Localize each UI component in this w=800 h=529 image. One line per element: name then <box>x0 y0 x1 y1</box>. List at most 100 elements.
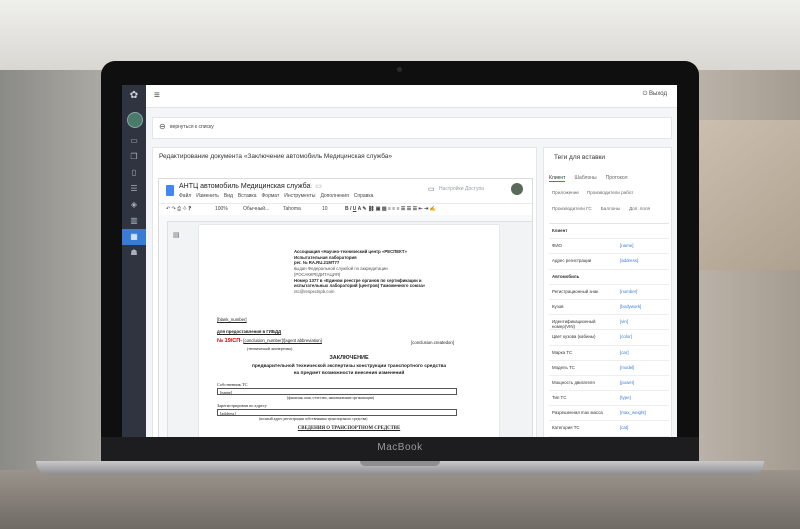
avatar[interactable] <box>127 112 143 128</box>
tag-row[interactable]: Марка ТС [car] <box>549 346 669 361</box>
doc-title[interactable]: АНТЦ автомобиль Медицинская служба <box>179 183 310 190</box>
tag-label: ФИО <box>552 243 562 249</box>
undo-icon[interactable]: ↶ ↷ ⎙ ꕻ ⁋ <box>166 206 191 212</box>
vertical-ruler[interactable] <box>159 221 168 437</box>
tag-row[interactable]: Адрес регистрации [address] <box>549 254 669 270</box>
background-top <box>0 0 800 70</box>
document-icon[interactable]: ▯ <box>122 165 146 181</box>
menu-addons[interactable]: Дополнения <box>320 193 348 199</box>
menu-file[interactable]: Файл <box>179 193 191 199</box>
tab-cylinders[interactable]: Баллоны <box>601 206 620 211</box>
outline-icon[interactable]: ▤ <box>173 231 180 239</box>
screen: ✿ ▭ ❐ ▯ ☰ ◈ ▥ ▦ ☗ ≡ ⏻ Выход ⊖ вернуться … <box>122 85 677 437</box>
organization-block: Ассоциация «Научно-технический центр «РЕ… <box>294 249 425 295</box>
tag-group-row: Клиент <box>549 224 669 240</box>
tag-row[interactable]: Идентификационный номер(VIN) [vin] <box>549 315 669 331</box>
tag-row[interactable]: Модель ТС [model] <box>549 361 669 376</box>
back-arrow-icon[interactable]: ⊖ <box>159 122 166 131</box>
tag-code[interactable]: [cat] <box>620 425 628 430</box>
format-icons[interactable]: B I U A ✎ ⛓ ▣ ▨ ≡ ≡ ≡ ☰ ☰ ☰ ⇤ ⇥ ✍ <box>345 206 436 212</box>
menu-view[interactable]: Вид <box>224 193 233 199</box>
tag-row[interactable]: Регистрационный знак [number] <box>549 285 669 300</box>
tag-row[interactable]: Мощность двигателя [power] <box>549 376 669 392</box>
menu-tools[interactable]: Инструменты <box>284 193 315 199</box>
tab-appendix[interactable]: Приложение <box>552 190 579 195</box>
tab-protocol[interactable]: Протокол <box>606 175 628 182</box>
tab-extra-fields[interactable]: Доп. поля <box>629 206 650 211</box>
style-select[interactable]: Обычный... <box>243 206 269 212</box>
tags-table: Клиент ФИО [name] Адрес регистрации [address… <box>549 223 669 437</box>
inbox-icon[interactable]: ▭ <box>122 133 146 149</box>
doc-page[interactable]: Ассоциация «Научно-технический центр «РЕ… <box>199 225 499 437</box>
tag-label: Категория ТС <box>552 425 580 431</box>
tag-row[interactable]: Тип ТС [type] <box>549 391 669 407</box>
doc-subheading-1: предварительной технической экспертизы к… <box>251 364 447 369</box>
tag-label: Идентификационный номер(VIN) <box>552 319 596 330</box>
tag-code[interactable]: [type] <box>620 395 631 400</box>
horizontal-ruler[interactable] <box>159 215 532 222</box>
tag-code[interactable]: [car] <box>620 350 629 355</box>
panel-title: Редактирование документа «Заключение авт… <box>159 153 393 160</box>
for-gibdd: для предоставления в ГИБДД <box>217 329 282 334</box>
back-link[interactable]: вернуться к списку <box>170 124 214 130</box>
copy-icon[interactable]: ❐ <box>122 149 146 165</box>
menu-edit[interactable]: Изменить <box>196 193 219 199</box>
logo-icon[interactable]: ✿ <box>128 90 140 102</box>
google-doc-embed: АНТЦ автомобиль Медицинская служба ☆ ▭ Ф… <box>158 178 533 437</box>
logout-label: Выход <box>649 91 667 97</box>
zoom-select[interactable]: 100% <box>215 206 228 212</box>
tab-work-producers[interactable]: Производители работ <box>587 190 633 195</box>
users-icon[interactable]: ☗ <box>122 245 146 261</box>
tag-code[interactable]: [model] <box>620 365 634 370</box>
comment-icon[interactable]: ▭ <box>428 185 435 193</box>
tag-code[interactable]: [number] <box>620 289 637 294</box>
tab-templates[interactable]: Шаблоны <box>574 175 596 182</box>
laptop-notch <box>360 461 440 466</box>
back-bar: ⊖ вернуться к списку <box>152 117 672 139</box>
menu-insert[interactable]: Вставка <box>238 193 257 199</box>
tag-code[interactable]: [power] <box>620 380 634 385</box>
tags-tabs-row-3: Производители ГС Баллоны Доп. поля <box>552 206 650 211</box>
tag-group-row: Автомобиль <box>549 270 669 285</box>
desk-surface <box>0 470 800 529</box>
tags-panel: Теги для вставки Клиент Шаблоны Протокол… <box>543 147 672 437</box>
logout-button[interactable]: ⏻ Выход <box>643 91 667 98</box>
star-icon[interactable]: ☆ ▭ <box>307 182 322 190</box>
user-avatar[interactable] <box>511 183 523 195</box>
org-line-2: Испытательная лаборатория <box>294 254 357 260</box>
editor-panel: Редактирование документа «Заключение авт… <box>152 147 537 437</box>
tag-code[interactable]: [name] <box>620 243 633 248</box>
tag-code[interactable]: [bodywork] <box>620 304 641 309</box>
tag-code[interactable]: [max_weight] <box>620 410 646 415</box>
grid-icon[interactable]: ▦ <box>122 229 146 245</box>
expertise-note: (технической экспертизы) <box>247 347 293 351</box>
tag-label: Кузов <box>552 303 564 309</box>
tag-row[interactable]: Кузов [bodywork] <box>549 300 669 316</box>
tag-code[interactable]: [vin] <box>620 319 628 324</box>
list-icon[interactable]: ☰ <box>122 181 146 197</box>
tag-code[interactable]: [color] <box>620 334 632 339</box>
tag-row[interactable]: ФИО [name] <box>549 239 669 255</box>
layers-icon[interactable]: ◈ <box>122 197 146 213</box>
tab-gs-producers[interactable]: Производители ГС <box>552 206 592 211</box>
tag-code[interactable]: [address] <box>620 258 638 263</box>
menu-help[interactable]: Справка <box>354 193 374 199</box>
tag-label: Тип ТС <box>552 395 567 401</box>
chart-icon[interactable]: ▥ <box>122 213 146 229</box>
size-select[interactable]: 10 <box>322 206 328 212</box>
laptop-brand: MacBook <box>377 442 423 453</box>
tab-client[interactable]: Клиент <box>549 175 566 182</box>
address-field: [address] <box>217 409 457 416</box>
camera <box>397 67 402 72</box>
font-select[interactable]: Tahoma <box>283 206 301 212</box>
tag-row[interactable]: Разрешенная max масса [max_weight] <box>549 406 669 422</box>
tag-row[interactable]: Категория ТС [cat] <box>549 421 669 437</box>
docs-icon <box>166 185 174 196</box>
menu-icon[interactable]: ≡ <box>154 90 160 101</box>
app-sidebar: ✿ ▭ ❐ ▯ ☰ ◈ ▥ ▦ ☗ <box>122 85 146 437</box>
share-settings[interactable]: Настройки Доступа <box>439 186 484 192</box>
blank-number: [blank_number] <box>217 317 247 322</box>
owner-hint: (фамилия, имя, отчество, наименование ор… <box>287 396 375 400</box>
tag-row[interactable]: Цвет кузова (кабины) [color] <box>549 330 669 346</box>
menu-format[interactable]: Формат <box>262 193 280 199</box>
